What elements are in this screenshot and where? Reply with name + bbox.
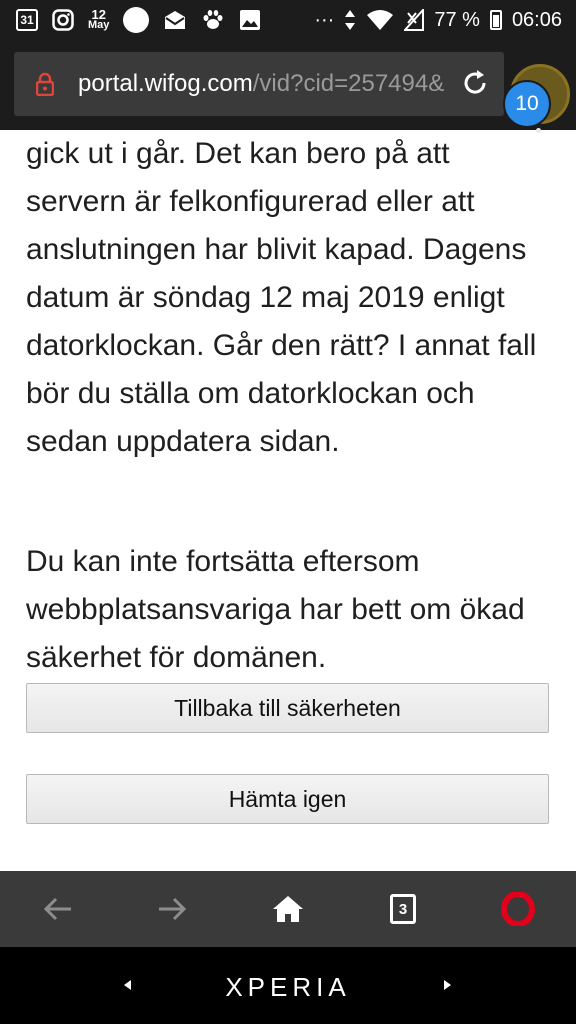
url-domain: portal.wifog.com [78, 70, 253, 97]
date-icon: 12 May [88, 8, 110, 31]
wifi-icon [367, 10, 394, 30]
battery-icon [489, 10, 502, 30]
error-description: gick ut i går. Det kan bero på att serve… [26, 137, 537, 458]
browser-bottom-nav: 3 [0, 871, 576, 947]
calendar-day: 31 [20, 13, 34, 27]
forward-button[interactable] [134, 871, 210, 947]
circle-icon [123, 7, 150, 33]
calendar-icon: 31 [16, 9, 38, 31]
tabs-button[interactable]: 3 [365, 871, 441, 947]
battery-percent: 77 % [434, 8, 480, 31]
instagram-icon [52, 9, 74, 31]
retry-button[interactable]: Hämta igen [26, 774, 549, 824]
paw-icon [203, 10, 223, 29]
tab-count-badge[interactable]: 10 [503, 80, 551, 128]
url-text[interactable]: portal.wifog.com/vid?cid=257494& [78, 52, 448, 116]
brand-logo: XPERIA [225, 972, 351, 1002]
image-icon [240, 10, 261, 30]
signal-icon [404, 9, 425, 31]
badge-count: 10 [515, 92, 539, 115]
opera-menu-button[interactable] [480, 871, 556, 947]
tabs-count: 3 [398, 900, 408, 918]
date-month: May [88, 19, 110, 31]
clock: 06:06 [511, 8, 562, 31]
opera-icon [501, 892, 535, 926]
data-arrows-icon [345, 10, 356, 30]
error-explanation: Du kan inte fortsätta eftersom webbplats… [26, 545, 525, 674]
mail-icon [165, 11, 186, 29]
tabs-icon: 3 [390, 894, 416, 924]
reload-icon[interactable] [460, 68, 490, 98]
more-notifications: ··· [314, 8, 335, 31]
status-bar: 31 12 May ··· 77 % 06:06 [0, 0, 576, 40]
browser-toolbar: portal.wifog.com/vid?cid=257494& 10 [0, 40, 576, 133]
back-button[interactable] [20, 871, 96, 947]
system-navigation: XPERIA [0, 947, 576, 1024]
back-arrow-icon [43, 897, 71, 921]
system-indicators: ··· 77 % 06:06 [314, 0, 562, 40]
lock-icon[interactable] [36, 72, 54, 96]
back-to-safety-button[interactable]: Tillbaka till säkerheten [26, 683, 549, 733]
url-path: /vid?cid=257494& [252, 70, 445, 97]
home-icon [273, 896, 303, 922]
nav-recent-icon[interactable] [444, 980, 451, 990]
notification-icons: 31 12 May [16, 0, 261, 40]
home-button[interactable] [250, 871, 326, 947]
address-bar[interactable]: portal.wifog.com/vid?cid=257494& [14, 52, 504, 116]
forward-arrow-icon [159, 897, 187, 921]
